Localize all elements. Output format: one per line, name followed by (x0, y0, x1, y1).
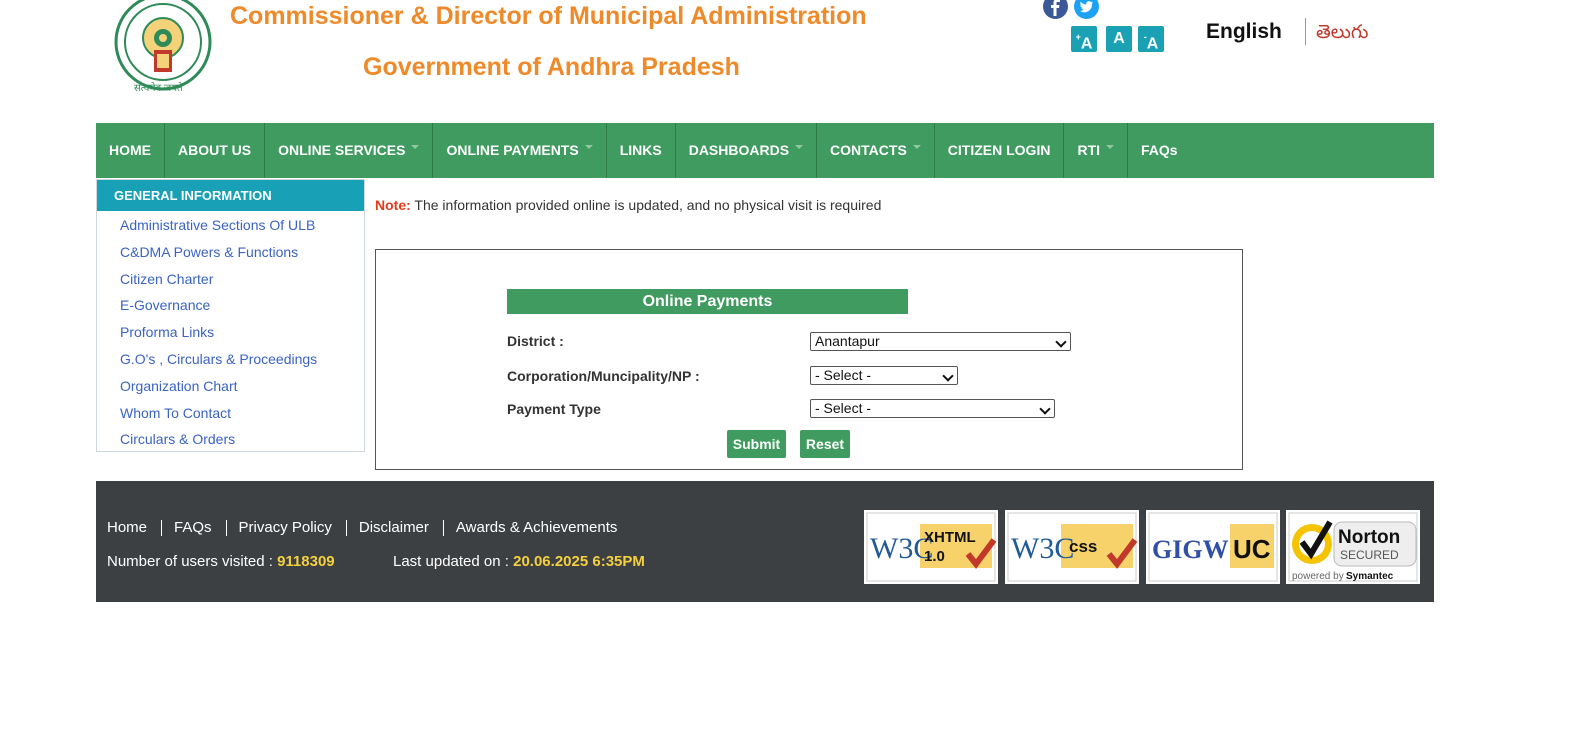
sidebar-item-gos-circulars[interactable]: G.O's , Circulars & Proceedings (97, 346, 364, 373)
site-subtitle: Government of Andhra Pradesh (363, 53, 740, 81)
footer-links: Home FAQs Privacy Policy Disclaimer Awar… (107, 520, 631, 536)
w3c-css-badge[interactable]: W3C css (1005, 510, 1139, 584)
payment-type-label: Payment Type (507, 401, 601, 417)
chevron-down-icon (1039, 403, 1051, 415)
chevron-down-icon (1055, 336, 1067, 348)
svg-text:W3C: W3C (1011, 532, 1074, 565)
nav-online-payments[interactable]: ONLINE PAYMENTS (433, 123, 607, 178)
svg-text:Norton: Norton (1338, 527, 1400, 548)
font-decrease-button[interactable]: -A (1138, 26, 1164, 52)
sidebar-heading: GENERAL INFORMATION (97, 180, 364, 211)
chevron-down-icon (1106, 145, 1115, 150)
submit-button[interactable]: Submit (727, 430, 786, 458)
footer-link-home[interactable]: Home (107, 520, 161, 536)
nav-faqs[interactable]: FAQs (1128, 123, 1191, 178)
sidebar-item-powers-functions[interactable]: C&DMA Powers & Functions (97, 239, 364, 266)
svg-text:powered by: powered by (1292, 571, 1344, 582)
sidebar-item-circulars-orders[interactable]: Circulars & Orders (97, 426, 364, 453)
svg-text:1.0: 1.0 (924, 548, 945, 565)
visitor-count: 9118309 (277, 553, 335, 570)
site-title: Commissioner & Director of Municipal Adm… (230, 2, 867, 30)
nav-contacts[interactable]: CONTACTS (817, 123, 935, 178)
payment-type-select[interactable]: - Select - (810, 399, 1055, 418)
emblem-motto: सत्यमेव जयते (134, 83, 183, 94)
chevron-down-icon (942, 370, 954, 382)
chevron-down-icon (912, 145, 921, 150)
svg-text:Symantec: Symantec (1346, 571, 1394, 582)
ap-government-emblem: सत्यमेव जयते (112, 0, 214, 100)
district-label: District : (507, 333, 564, 349)
chevron-down-icon (795, 145, 804, 150)
nav-dashboards[interactable]: DASHBOARDS (676, 123, 818, 178)
gigw-badge[interactable]: GIGW UC (1146, 510, 1280, 584)
last-updated-date: 20.06.2025 6:35PM (513, 553, 645, 570)
sidebar-item-e-governance[interactable]: E-Governance (97, 292, 364, 319)
payment-type-selected-value: - Select - (815, 400, 872, 416)
note-text: The information provided online is updat… (410, 197, 882, 213)
footer-link-disclaimer[interactable]: Disclaimer (345, 520, 443, 536)
nav-links[interactable]: LINKS (607, 123, 676, 178)
svg-text:GIGW: GIGW (1152, 535, 1229, 564)
corporation-label: Corporation/Muncipality/NP : (507, 368, 700, 384)
twitter-icon[interactable] (1074, 0, 1099, 19)
footer-link-awards[interactable]: Awards & Achievements (442, 520, 631, 536)
nav-home[interactable]: HOME (96, 123, 165, 178)
visitor-counter: Number of users visited : 9118309 (107, 553, 335, 570)
sidebar-item-whom-to-contact[interactable]: Whom To Contact (97, 400, 364, 427)
language-english-link[interactable]: English (1206, 20, 1282, 44)
language-telugu-link[interactable]: తెలుగు (1316, 22, 1368, 48)
sidebar-item-organization-chart[interactable]: Organization Chart (97, 373, 364, 400)
sidebar-item-proforma-links[interactable]: Proforma Links (97, 319, 364, 346)
chevron-down-icon (411, 145, 420, 150)
nav-citizen-login[interactable]: CITIZEN LOGIN (935, 123, 1065, 178)
sidebar-item-citizen-charter[interactable]: Citizen Charter (97, 266, 364, 293)
corporation-select[interactable]: - Select - (810, 366, 958, 385)
last-updated: Last updated on : 20.06.2025 6:35PM (393, 553, 645, 570)
general-information-sidebar: GENERAL INFORMATION Administrative Secti… (96, 179, 365, 452)
chevron-down-icon (584, 145, 593, 150)
site-header: सत्यमेव जयते Commissioner & Director of … (0, 0, 1582, 110)
online-payments-form: Online Payments District : Anantapur Cor… (375, 249, 1243, 470)
font-increase-button[interactable]: +A (1071, 26, 1097, 52)
sidebar-item-administrative-sections[interactable]: Administrative Sections Of ULB (97, 212, 364, 239)
corporation-selected-value: - Select - (815, 367, 872, 383)
district-select[interactable]: Anantapur (810, 332, 1071, 351)
nav-about-us[interactable]: ABOUT US (165, 123, 266, 178)
footer-link-faqs[interactable]: FAQs (161, 520, 226, 536)
svg-text:XHTML: XHTML (924, 529, 976, 546)
svg-text:SECURED: SECURED (1340, 548, 1399, 562)
nav-rti[interactable]: RTI (1064, 123, 1129, 178)
district-selected-value: Anantapur (815, 333, 880, 349)
w3c-xhtml-badge[interactable]: W3C XHTML 1.0 (864, 510, 998, 584)
norton-secured-badge[interactable]: Norton SECURED powered by Symantec (1286, 510, 1420, 584)
font-normal-button[interactable]: A (1106, 26, 1132, 52)
main-navigation: HOME ABOUT US ONLINE SERVICES ONLINE PAY… (96, 123, 1434, 178)
reset-button[interactable]: Reset (800, 430, 850, 458)
site-footer: Home FAQs Privacy Policy Disclaimer Awar… (96, 481, 1434, 602)
language-divider (1305, 18, 1306, 45)
facebook-icon[interactable] (1043, 0, 1068, 19)
svg-text:UC: UC (1233, 534, 1271, 564)
note-label: Note: (375, 197, 411, 213)
footer-link-privacy-policy[interactable]: Privacy Policy (225, 520, 346, 536)
nav-online-services[interactable]: ONLINE SERVICES (265, 123, 434, 178)
form-heading: Online Payments (507, 289, 908, 314)
svg-text:css: css (1069, 537, 1097, 556)
info-note: Note: The information provided online is… (375, 197, 881, 213)
